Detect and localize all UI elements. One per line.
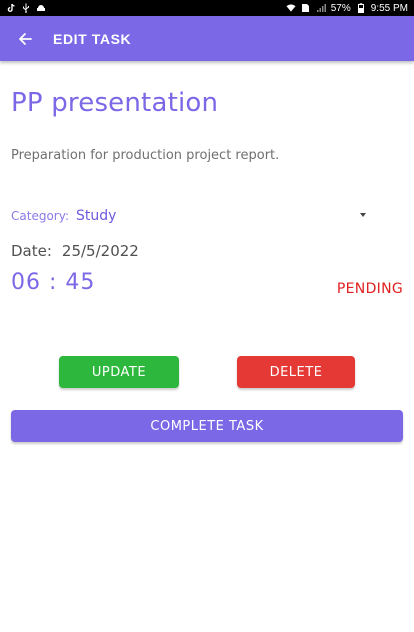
status-time: 9:55 PM — [370, 2, 408, 14]
android-debug-icon — [36, 3, 46, 13]
date-row: Date: 25/5/2022 — [11, 242, 139, 260]
usb-icon — [21, 3, 31, 13]
delete-button[interactable]: DELETE — [237, 356, 355, 388]
update-button[interactable]: UPDATE — [59, 356, 179, 388]
page-title: EDIT TASK — [53, 30, 132, 47]
sim-no-signal-icon — [301, 3, 311, 13]
complete-task-button[interactable]: COMPLETE TASK — [11, 410, 403, 442]
category-dropdown[interactable]: Category: Study — [11, 203, 371, 229]
date-label: Date: — [11, 242, 52, 260]
category-label: Category: — [11, 209, 69, 223]
task-title: PP presentation — [11, 88, 219, 118]
status-bar-right: 57% 9:55 PM — [286, 3, 408, 14]
signal-icon — [316, 3, 326, 13]
app-bar: EDIT TASK — [0, 16, 414, 61]
battery-percent: 57% — [330, 2, 351, 14]
category-value: Study — [75, 208, 117, 224]
status-bar: 57% 9:55 PM — [0, 0, 414, 16]
battery-icon — [356, 3, 366, 13]
status-badge: PENDING — [336, 281, 403, 297]
arrow-left-icon[interactable] — [15, 29, 35, 49]
wifi-icon — [286, 3, 296, 13]
status-bar-left — [6, 3, 46, 13]
task-time: 06 : 45 — [11, 270, 96, 295]
date-value: 25/5/2022 — [61, 242, 139, 260]
task-description: Preparation for production project repor… — [11, 148, 280, 163]
tiktok-icon — [6, 3, 16, 13]
dropdown-caret-icon — [360, 213, 366, 217]
